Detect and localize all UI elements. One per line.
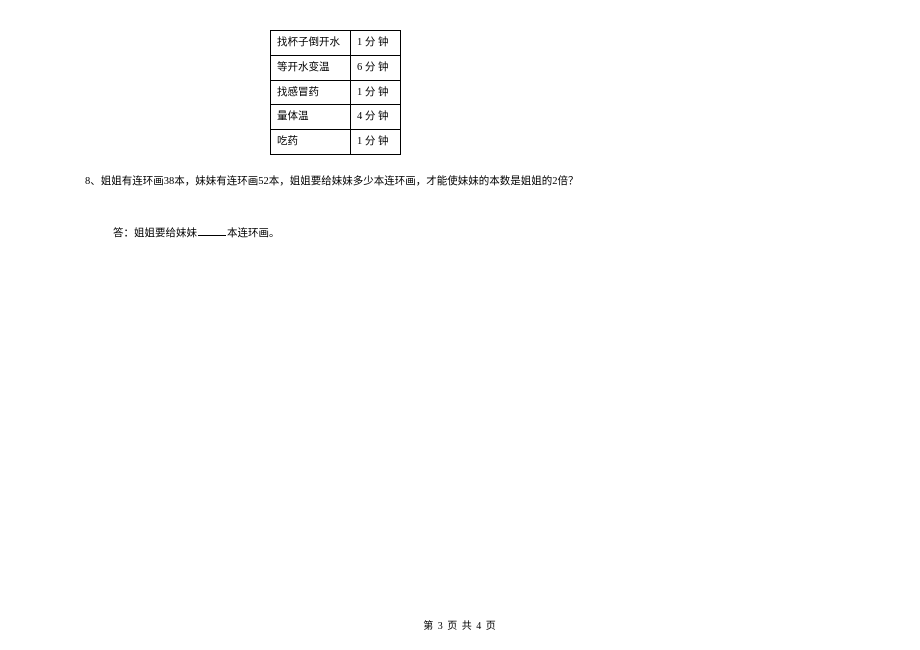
task-cell: 等开水变温 [271, 55, 351, 80]
question-text: 姐姐有连环画38本，妹妹有连环画52本，姐姐要给妹妹多少本连环画，才能使妹妹的本… [101, 176, 579, 187]
question-8: 8、姐姐有连环画38本，妹妹有连环画52本，姐姐要给妹妹多少本连环画，才能使妹妹… [85, 173, 835, 192]
table-row: 等开水变温 6 分 钟 [271, 55, 401, 80]
time-cell: 1 分 钟 [351, 130, 401, 155]
task-cell: 量体温 [271, 105, 351, 130]
time-cell: 6 分 钟 [351, 55, 401, 80]
question-number: 8、 [85, 176, 101, 187]
answer-line: 答：姐姐要给妹妹 本连环画。 [113, 224, 835, 240]
task-cell: 吃药 [271, 130, 351, 155]
page-content: 找杯子倒开水 1 分 钟 等开水变温 6 分 钟 找感冒药 1 分 钟 量体温 … [0, 0, 920, 240]
task-time-table: 找杯子倒开水 1 分 钟 等开水变温 6 分 钟 找感冒药 1 分 钟 量体温 … [270, 30, 401, 155]
table-row: 吃药 1 分 钟 [271, 130, 401, 155]
table-row: 找杯子倒开水 1 分 钟 [271, 31, 401, 56]
page-number: 第 3 页 共 4 页 [423, 621, 497, 632]
answer-prefix: 答：姐姐要给妹妹 [113, 228, 197, 239]
time-cell: 1 分 钟 [351, 80, 401, 105]
table-row: 找感冒药 1 分 钟 [271, 80, 401, 105]
table-row: 量体温 4 分 钟 [271, 105, 401, 130]
time-cell: 4 分 钟 [351, 105, 401, 130]
task-cell: 找杯子倒开水 [271, 31, 351, 56]
answer-blank [198, 224, 226, 236]
task-cell: 找感冒药 [271, 80, 351, 105]
page-footer: 第 3 页 共 4 页 [0, 617, 920, 632]
time-cell: 1 分 钟 [351, 31, 401, 56]
answer-suffix: 本连环画。 [227, 228, 280, 239]
